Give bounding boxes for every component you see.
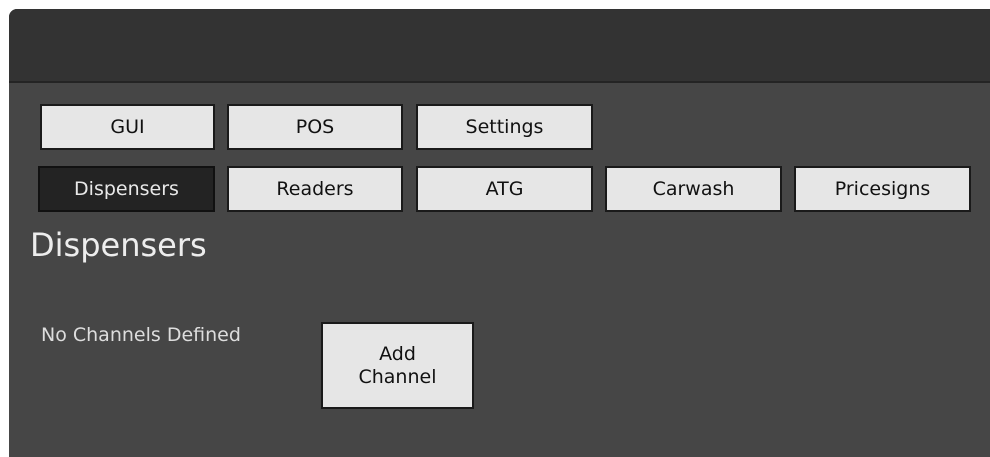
app-window: GUI POS Settings Dispensers Readers ATG …: [9, 9, 990, 457]
title-bar: [9, 9, 990, 83]
tab-atg[interactable]: ATG: [416, 166, 593, 212]
empty-channels-message: No Channels Defined: [41, 324, 241, 346]
page-title: Dispensers: [30, 226, 207, 264]
tab-gui[interactable]: GUI: [40, 104, 215, 150]
tab-pricesigns[interactable]: Pricesigns: [794, 166, 971, 212]
tab-readers[interactable]: Readers: [227, 166, 403, 212]
tab-carwash[interactable]: Carwash: [605, 166, 782, 212]
tab-settings[interactable]: Settings: [416, 104, 593, 150]
tab-dispensers[interactable]: Dispensers: [38, 166, 215, 212]
add-channel-button[interactable]: Add Channel: [321, 322, 474, 409]
tab-pos[interactable]: POS: [227, 104, 403, 150]
